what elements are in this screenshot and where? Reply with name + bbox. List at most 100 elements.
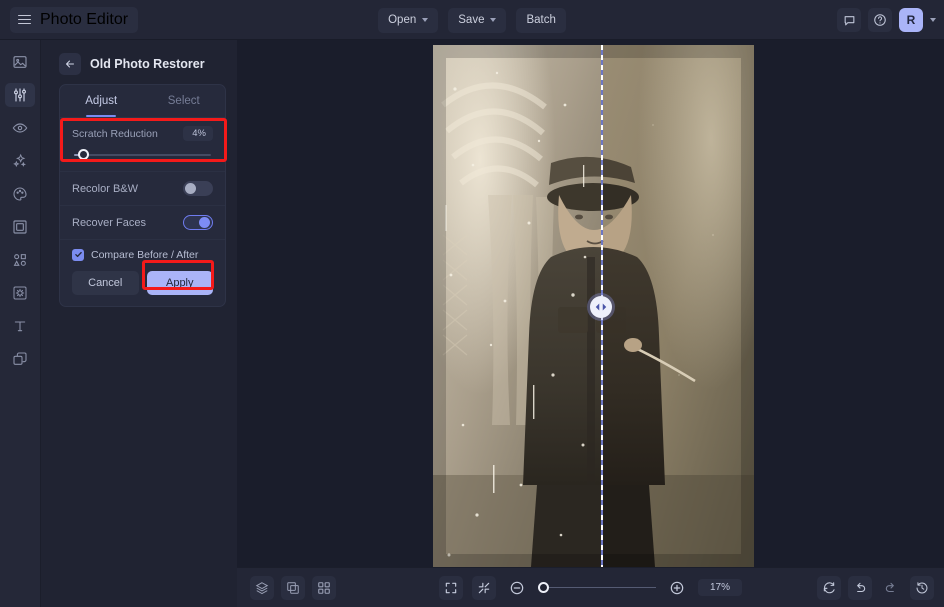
layers-button[interactable]: [250, 576, 274, 600]
panel-actions: Cancel Apply: [60, 269, 225, 306]
question-circle-icon: [873, 13, 887, 27]
redo-button[interactable]: [879, 576, 903, 600]
before-after-handle[interactable]: [590, 296, 612, 318]
collapse-arrows-icon: [477, 581, 491, 595]
rail-item-adjustments[interactable]: [5, 83, 35, 107]
tab-select[interactable]: Select: [143, 85, 226, 117]
rail-item-frame[interactable]: [5, 215, 35, 239]
plus-circle-icon: [669, 580, 685, 596]
rail-item-enhance[interactable]: [5, 149, 35, 173]
chevron-down-icon: [422, 18, 428, 22]
layers-icon: [12, 351, 28, 367]
tab-adjust-label: Adjust: [85, 95, 117, 107]
chevron-down-icon[interactable]: [930, 18, 936, 22]
scratch-reduction-row: Scratch Reduction 4%: [60, 118, 225, 165]
scratch-reduction-value: 4%: [183, 126, 213, 141]
actual-size-button[interactable]: [472, 576, 496, 600]
history-button[interactable]: [910, 576, 934, 600]
cancel-button[interactable]: Cancel: [72, 271, 139, 295]
recolor-bw-toggle[interactable]: [183, 181, 213, 196]
eye-icon: [12, 120, 28, 136]
rail-item-effects[interactable]: [5, 281, 35, 305]
zoom-slider-track: [538, 587, 656, 589]
photo-editor-window: Photo Editor Open Save Batch R: [0, 0, 944, 607]
fit-to-screen-button[interactable]: [439, 576, 463, 600]
zoom-level-value[interactable]: 17%: [698, 579, 742, 596]
history-controls: [817, 576, 934, 600]
compare-before-after-label: Compare Before / After: [91, 249, 198, 261]
slider-track: [74, 154, 211, 156]
shapes-icon: [12, 252, 28, 268]
chevron-down-icon: [490, 18, 496, 22]
transform-icon: [286, 581, 300, 595]
comment-icon: [843, 14, 856, 27]
rail-item-image[interactable]: [5, 50, 35, 74]
bottom-toolbar: 17%: [237, 567, 944, 607]
minus-circle-icon: [509, 580, 525, 596]
grid-icon: [317, 581, 331, 595]
transform-button[interactable]: [281, 576, 305, 600]
zoom-out-button[interactable]: [505, 576, 529, 600]
refresh-icon: [822, 581, 836, 595]
panel-header: Old Photo Restorer: [59, 50, 226, 78]
tab-adjust[interactable]: Adjust: [60, 85, 143, 117]
compare-before-after-row[interactable]: Compare Before / After: [60, 239, 225, 269]
hamburger-icon[interactable]: [18, 15, 31, 25]
reset-button[interactable]: [817, 576, 841, 600]
batch-label: Batch: [526, 14, 555, 26]
scratch-reduction-label: Scratch Reduction: [72, 128, 158, 140]
image-icon: [12, 54, 28, 70]
toggle-knob: [199, 217, 210, 228]
rail-item-text[interactable]: [5, 314, 35, 338]
grid-button[interactable]: [312, 576, 336, 600]
open-button[interactable]: Open: [378, 8, 438, 33]
undo-icon: [853, 581, 867, 595]
feedback-button[interactable]: [837, 8, 861, 32]
top-right-actions: R: [837, 0, 936, 40]
frame-icon: [12, 219, 28, 235]
rail-item-preview[interactable]: [5, 116, 35, 140]
recolor-bw-row: Recolor B&W: [60, 171, 225, 205]
history-clock-icon: [915, 581, 929, 595]
back-button[interactable]: [59, 53, 81, 75]
recover-faces-toggle[interactable]: [183, 215, 213, 230]
palette-icon: [12, 186, 28, 202]
app-title: Photo Editor: [40, 11, 128, 29]
batch-button[interactable]: Batch: [516, 8, 565, 33]
rail-item-shapes[interactable]: [5, 248, 35, 272]
left-right-arrows-icon: [594, 302, 608, 312]
image-canvas[interactable]: [237, 40, 944, 567]
avatar[interactable]: R: [899, 8, 923, 32]
save-label: Save: [458, 14, 484, 26]
effects-icon: [12, 285, 28, 301]
undo-button[interactable]: [848, 576, 872, 600]
save-button[interactable]: Save: [448, 8, 506, 33]
cancel-label: Cancel: [88, 277, 122, 289]
layers-stack-icon: [255, 581, 269, 595]
rail-item-color[interactable]: [5, 182, 35, 206]
bottom-left-tools: [250, 576, 336, 600]
scratch-reduction-slider[interactable]: [72, 147, 213, 163]
recover-faces-label: Recover Faces: [72, 217, 146, 229]
adjustments-icon: [12, 87, 28, 103]
zoom-slider[interactable]: [538, 581, 656, 595]
recover-faces-row: Recover Faces: [60, 205, 225, 239]
slider-handle[interactable]: [78, 149, 89, 160]
help-button[interactable]: [868, 8, 892, 32]
fit-screen-icon: [444, 581, 458, 595]
compare-before-after-checkbox[interactable]: [72, 249, 84, 261]
zoom-slider-handle[interactable]: [538, 582, 549, 593]
app-menu-button[interactable]: Photo Editor: [10, 7, 138, 33]
apply-label: Apply: [166, 277, 194, 289]
magic-sparkles-icon: [12, 153, 28, 169]
toggle-knob: [185, 183, 196, 194]
page-title: Old Photo Restorer: [90, 57, 205, 71]
tool-rail: [0, 40, 41, 607]
rail-item-layers[interactable]: [5, 347, 35, 371]
zoom-in-button[interactable]: [665, 576, 689, 600]
recolor-bw-label: Recolor B&W: [72, 183, 138, 195]
tool-panel: Old Photo Restorer Adjust Select Scratch…: [41, 40, 237, 607]
arrow-left-icon: [64, 58, 76, 70]
apply-button[interactable]: Apply: [147, 271, 214, 295]
panel-tabs: Adjust Select: [60, 85, 225, 118]
